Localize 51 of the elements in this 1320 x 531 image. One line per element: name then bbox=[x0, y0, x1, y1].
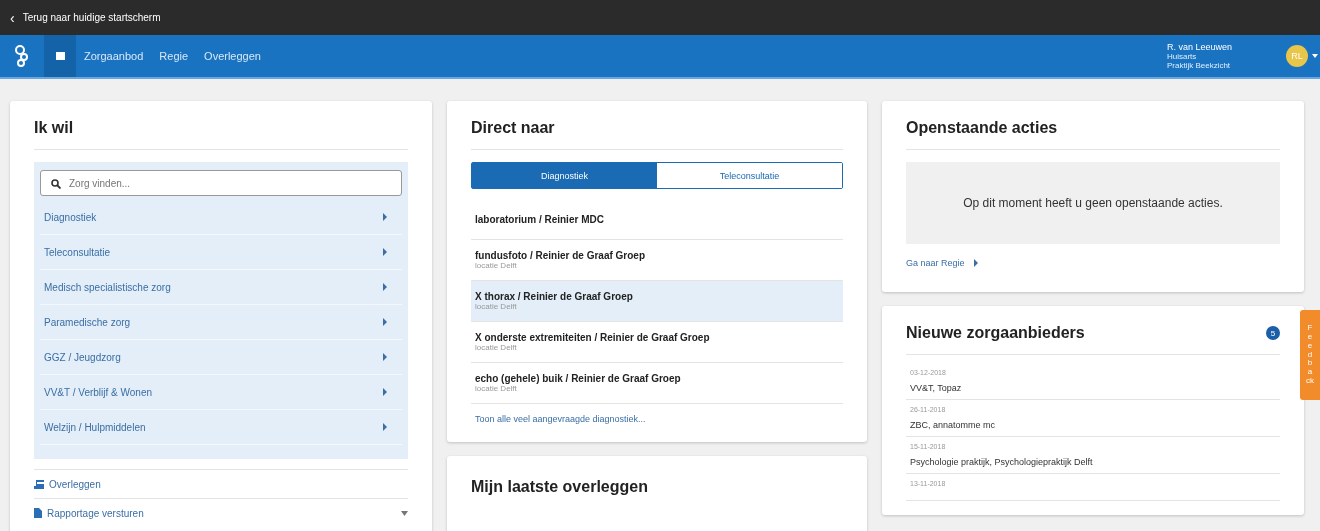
search-icon bbox=[51, 179, 61, 189]
report-link[interactable]: Rapportage versturen bbox=[47, 507, 396, 519]
chat-icon bbox=[34, 479, 44, 489]
user-role: Huisarts bbox=[1166, 52, 1198, 62]
card-title: Ik wil bbox=[34, 119, 408, 150]
category-item[interactable]: VV&T / Verblijf & Wonen bbox=[40, 375, 402, 410]
caret-down-icon[interactable] bbox=[1312, 54, 1318, 58]
category-item[interactable]: Medisch specialistische zorg bbox=[40, 270, 402, 305]
provider-name[interactable]: ZBC, annatomme mc bbox=[910, 420, 1276, 430]
chevron-right-icon bbox=[382, 318, 388, 326]
show-all-link[interactable]: Toon alle veel aangevraagde diagnostiek... bbox=[471, 404, 843, 428]
shortcut-item[interactable]: echo (gehele) buik / Reinier de Graaf Groep locatie Delft bbox=[471, 363, 843, 404]
category-item[interactable]: GGZ / Jeugdzorg bbox=[40, 340, 402, 375]
caret-down-icon[interactable] bbox=[401, 510, 408, 516]
empty-message: Op dit moment heeft u geen openstaande acties. bbox=[906, 162, 1280, 244]
segment-tab[interactable]: Diagnostiek bbox=[472, 163, 657, 188]
card-title: Direct naar bbox=[471, 119, 843, 150]
shortcut-item[interactable]: laboratorium / Reinier MDC bbox=[471, 199, 843, 240]
provider-name[interactable]: VV&T, Topaz bbox=[910, 383, 1276, 393]
category-item[interactable]: Teleconsultatie bbox=[40, 235, 402, 270]
category-item[interactable]: Welzijn / Hulpmiddelen bbox=[40, 410, 402, 445]
shortcut-item[interactable]: X onderste extremiteiten / Reinier de Graaf Groep locatie Delft bbox=[471, 322, 843, 363]
category-item[interactable]: Paramedische zorg bbox=[40, 305, 402, 340]
nav-link[interactable]: Zorgaanbod bbox=[76, 50, 152, 62]
shortcut-item[interactable]: X thorax / Reinier de Graaf Groep locatie Delft bbox=[471, 281, 843, 322]
overleggen-link[interactable]: Overleggen bbox=[49, 478, 408, 490]
logo-icon[interactable] bbox=[15, 45, 29, 67]
provider-name[interactable]: Psychologie praktijk, Psychologiepraktijk Delft bbox=[910, 457, 1276, 467]
document-icon bbox=[34, 508, 42, 518]
category-item[interactable]: Diagnostiek bbox=[40, 200, 402, 235]
chevron-right-icon bbox=[972, 259, 979, 267]
count-badge: 5 bbox=[1266, 326, 1280, 340]
nav-link[interactable]: Regie bbox=[151, 50, 197, 62]
dashboard-icon bbox=[55, 52, 65, 60]
user-name: R. van Leeuwen bbox=[1166, 41, 1232, 52]
chevron-right-icon bbox=[382, 213, 388, 221]
nav-link[interactable]: Overleggen bbox=[196, 50, 269, 62]
back-link[interactable]: Terug naar huidige startscherm bbox=[22, 12, 161, 23]
chevron-right-icon bbox=[382, 248, 388, 256]
card-title: Openstaande acties bbox=[906, 119, 1280, 150]
back-arrow[interactable]: ‹ bbox=[10, 9, 15, 26]
chevron-right-icon bbox=[382, 388, 388, 396]
user-practice: Praktijk Beekzicht bbox=[1166, 61, 1232, 71]
card-title: Nieuwe zorgaanbieders bbox=[906, 324, 1085, 342]
card-title: Mijn laatste overleggen bbox=[471, 478, 649, 497]
chevron-right-icon bbox=[382, 283, 388, 291]
chevron-right-icon bbox=[382, 353, 388, 361]
chevron-right-icon bbox=[382, 423, 388, 431]
regie-link[interactable]: Ga naar Regie bbox=[906, 258, 965, 268]
search-field[interactable]: Zorg vinden... bbox=[40, 170, 402, 196]
home-tab[interactable] bbox=[44, 35, 76, 77]
